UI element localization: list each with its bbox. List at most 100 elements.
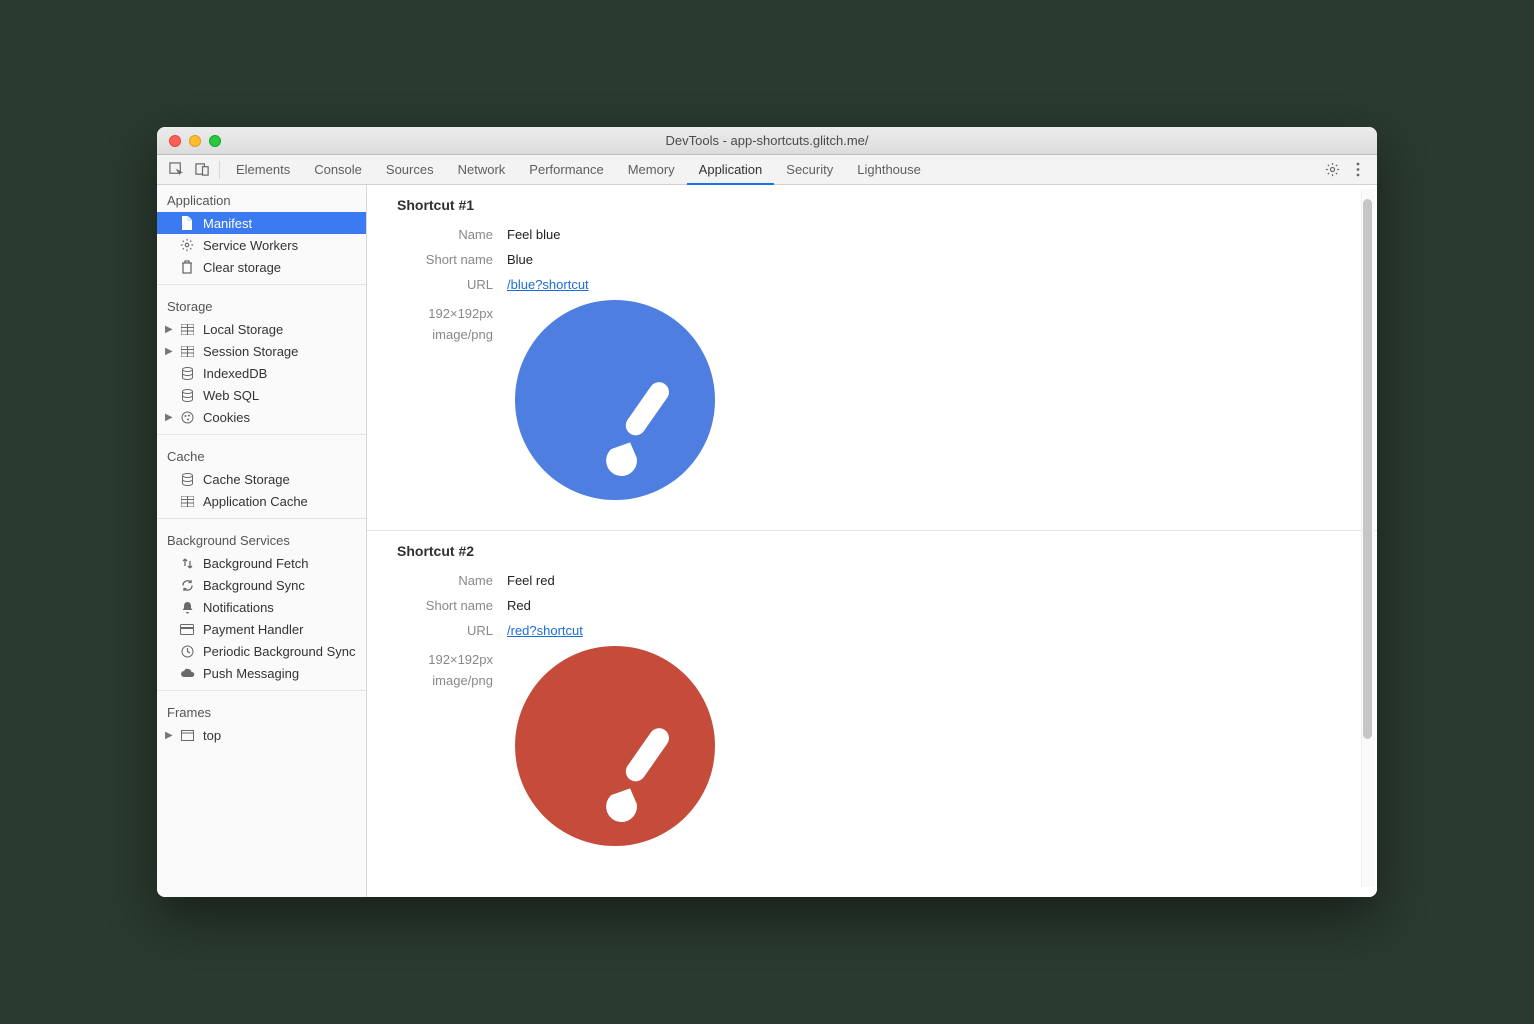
table-icon <box>179 343 195 359</box>
sidebar-group-background-services: Background Services <box>157 525 366 552</box>
sidebar-group-cache: Cache <box>157 441 366 468</box>
cloud-icon <box>179 665 195 681</box>
sidebar-item-label: Background Fetch <box>203 556 309 571</box>
shortcut-heading: Shortcut #1 <box>397 197 1347 213</box>
tab-network[interactable]: Network <box>446 155 518 185</box>
gear-icon <box>179 237 195 253</box>
field-label-url: URL <box>397 623 507 638</box>
document-icon <box>179 215 195 231</box>
sidebar-item-notifications[interactable]: Notifications <box>157 596 366 618</box>
device-toolbar-icon[interactable] <box>189 162 215 177</box>
sidebar-item-label: top <box>203 728 221 743</box>
sidebar-item-payment-handler[interactable]: Payment Handler <box>157 618 366 640</box>
table-icon <box>179 321 195 337</box>
tab-memory[interactable]: Memory <box>616 155 687 185</box>
tab-security[interactable]: Security <box>774 155 845 185</box>
expand-icon[interactable]: ▶ <box>165 730 173 741</box>
sidebar-item-service-workers[interactable]: Service Workers <box>157 234 366 256</box>
sidebar-item-label: Session Storage <box>203 344 298 359</box>
field-label-shortname: Short name <box>397 252 507 267</box>
sidebar-item-cookies[interactable]: ▶ Cookies <box>157 406 366 428</box>
sidebar-group-storage: Storage <box>157 291 366 318</box>
table-icon <box>179 493 195 509</box>
shortcut-icon-preview <box>515 300 715 500</box>
sidebar-item-label: Payment Handler <box>203 622 303 637</box>
manifest-content: Shortcut #1 Name Feel blue Short name Bl… <box>367 185 1377 897</box>
sidebar-item-label: Notifications <box>203 600 274 615</box>
window-title: DevTools - app-shortcuts.glitch.me/ <box>157 133 1377 148</box>
sidebar-item-top-frame[interactable]: ▶ top <box>157 724 366 746</box>
expand-icon[interactable]: ▶ <box>165 346 173 357</box>
icon-dimensions: 192×192px image/png <box>397 652 507 688</box>
shortcut-url-link[interactable]: /blue?shortcut <box>507 277 589 292</box>
sync-icon <box>179 577 195 593</box>
sidebar-item-label: IndexedDB <box>203 366 267 381</box>
application-sidebar: Application Manifest Service Workers Cle… <box>157 185 367 897</box>
field-value-shortname: Blue <box>507 252 533 267</box>
inspect-element-icon[interactable] <box>163 162 189 177</box>
database-icon <box>179 387 195 403</box>
sidebar-item-clear-storage[interactable]: Clear storage <box>157 256 366 278</box>
sidebar-item-label: Application Cache <box>203 494 308 509</box>
devtools-toolbar: Elements Console Sources Network Perform… <box>157 155 1377 185</box>
expand-icon[interactable]: ▶ <box>165 324 173 335</box>
sidebar-item-label: Local Storage <box>203 322 283 337</box>
settings-gear-icon[interactable] <box>1319 162 1345 177</box>
tab-application[interactable]: Application <box>687 155 775 185</box>
field-label-name: Name <box>397 573 507 588</box>
sidebar-item-background-sync[interactable]: Background Sync <box>157 574 366 596</box>
sidebar-item-label: Manifest <box>203 216 252 231</box>
sidebar-item-cache-storage[interactable]: Cache Storage <box>157 468 366 490</box>
sidebar-item-periodic-background-sync[interactable]: Periodic Background Sync <box>157 640 366 662</box>
tab-lighthouse[interactable]: Lighthouse <box>845 155 933 185</box>
database-icon <box>179 471 195 487</box>
clock-icon <box>179 643 195 659</box>
frame-icon <box>179 727 195 743</box>
field-value-name: Feel red <box>507 573 555 588</box>
tab-performance[interactable]: Performance <box>517 155 615 185</box>
scrollbar-track <box>1361 189 1375 887</box>
database-icon <box>179 365 195 381</box>
sidebar-item-label: Web SQL <box>203 388 259 403</box>
sidebar-item-session-storage[interactable]: ▶ Session Storage <box>157 340 366 362</box>
sidebar-group-application: Application <box>157 185 366 212</box>
bell-icon <box>179 599 195 615</box>
card-icon <box>179 621 195 637</box>
tab-sources[interactable]: Sources <box>374 155 446 185</box>
shortcut-section-2: Shortcut #2 Name Feel red Short name Red… <box>367 531 1377 876</box>
sidebar-item-background-fetch[interactable]: Background Fetch <box>157 552 366 574</box>
sidebar-item-label: Background Sync <box>203 578 305 593</box>
field-value-shortname: Red <box>507 598 531 613</box>
cookie-icon <box>179 409 195 425</box>
field-value-name: Feel blue <box>507 227 560 242</box>
more-menu-icon[interactable] <box>1345 162 1371 177</box>
sidebar-item-label: Clear storage <box>203 260 281 275</box>
shortcut-url-link[interactable]: /red?shortcut <box>507 623 583 638</box>
sidebar-item-indexeddb[interactable]: IndexedDB <box>157 362 366 384</box>
tab-elements[interactable]: Elements <box>224 155 302 185</box>
field-label-url: URL <box>397 277 507 292</box>
expand-icon[interactable]: ▶ <box>165 412 173 423</box>
icon-dimensions: 192×192px image/png <box>397 306 507 342</box>
sidebar-item-label: Periodic Background Sync <box>203 644 355 659</box>
panel-tabs: Elements Console Sources Network Perform… <box>224 155 933 185</box>
sidebar-group-frames: Frames <box>157 697 366 724</box>
sidebar-item-application-cache[interactable]: Application Cache <box>157 490 366 512</box>
separator <box>219 161 220 179</box>
sidebar-item-label: Cookies <box>203 410 250 425</box>
sidebar-item-websql[interactable]: Web SQL <box>157 384 366 406</box>
transfer-icon <box>179 555 195 571</box>
main-area: Application Manifest Service Workers Cle… <box>157 185 1377 897</box>
tab-console[interactable]: Console <box>302 155 374 185</box>
field-label-name: Name <box>397 227 507 242</box>
sidebar-item-label: Push Messaging <box>203 666 299 681</box>
titlebar: DevTools - app-shortcuts.glitch.me/ <box>157 127 1377 155</box>
scrollbar-thumb[interactable] <box>1363 199 1372 739</box>
field-label-shortname: Short name <box>397 598 507 613</box>
shortcut-icon-preview <box>515 646 715 846</box>
devtools-window: DevTools - app-shortcuts.glitch.me/ Elem… <box>157 127 1377 897</box>
sidebar-item-push-messaging[interactable]: Push Messaging <box>157 662 366 684</box>
shortcut-heading: Shortcut #2 <box>397 543 1347 559</box>
sidebar-item-manifest[interactable]: Manifest <box>157 212 366 234</box>
sidebar-item-local-storage[interactable]: ▶ Local Storage <box>157 318 366 340</box>
